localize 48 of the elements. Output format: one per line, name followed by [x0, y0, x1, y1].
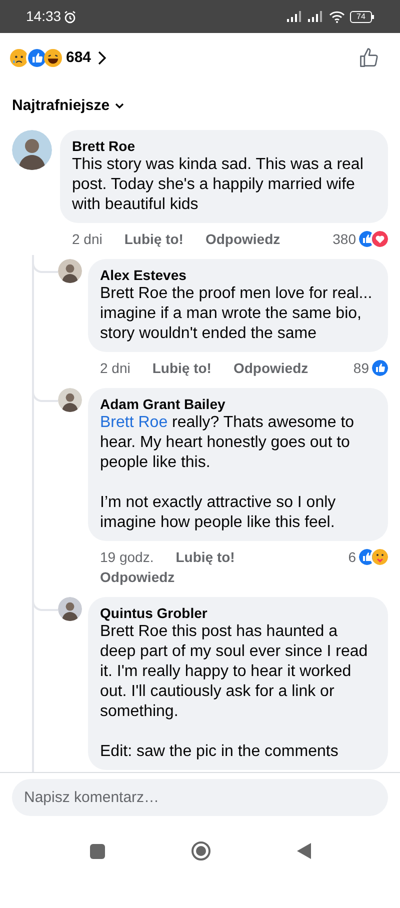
reaction-total[interactable]: 684	[66, 46, 92, 70]
comment-text: This story was kinda sad. This was a real post. Today she's a happily married wife with beautiful kids	[72, 154, 364, 214]
like-link[interactable]: Lubię to!	[176, 546, 235, 566]
avatar[interactable]	[58, 258, 82, 282]
signal-icon	[308, 11, 324, 22]
recent-apps-icon[interactable]	[90, 844, 104, 858]
comment-text: Brett Roe really? Thats awesome to hear. My heart honestly goes out to people like this. I’m not exactly attractive so I only imagine how people like this feel.	[100, 412, 356, 532]
clock-time: 14:33	[26, 7, 62, 26]
wifi-icon	[329, 10, 345, 22]
reply-link[interactable]: Odpowiedz	[233, 358, 308, 378]
hugging-face-icon	[372, 548, 388, 564]
sad-face-icon	[10, 49, 28, 67]
comment-input[interactable]: Napisz komentarz…	[12, 779, 388, 816]
home-icon[interactable]	[190, 841, 210, 861]
back-icon[interactable]	[296, 843, 310, 859]
like-reaction-icon	[359, 548, 375, 564]
comment-text: Brett Roe this post has haunted a deep part of my soul ever since I read it. I'm really happy to hear it worked out. I'll cautiously ask for a link or something. Edit: saw the pic in the comments	[100, 622, 369, 762]
comment-text: Brett Roe the proof men love for real... imagine if a man wrote the same bio, story wouldn't ended the same	[100, 284, 374, 344]
reaction-count: 380	[332, 230, 356, 248]
reply-link[interactable]: Odpowiedz	[100, 566, 175, 586]
mention-link[interactable]: Brett Roe	[100, 414, 168, 430]
author-name[interactable]: Brett Roe	[72, 136, 376, 154]
laughing-face-icon	[44, 49, 62, 67]
reply-link[interactable]: Odpowiedz	[205, 228, 280, 248]
signal-icon	[287, 11, 303, 22]
sort-dropdown[interactable]: Najtrafniejsze	[12, 95, 124, 118]
reaction-count: 89	[353, 358, 369, 378]
chevron-right-icon[interactable]	[97, 50, 108, 66]
like-reaction-icon	[372, 360, 388, 376]
battery-indicator: 74	[350, 10, 374, 22]
author-name[interactable]: Adam Grant Bailey	[100, 394, 376, 412]
like-reaction-icon	[359, 230, 375, 246]
avatar[interactable]	[12, 130, 52, 170]
avatar[interactable]	[58, 596, 82, 620]
reaction-count: 6	[348, 548, 356, 566]
alarm-icon	[63, 10, 78, 24]
like-reaction-icon	[28, 49, 46, 67]
author-name[interactable]: Quintus Grobler	[100, 604, 376, 622]
comment-time: 19 godz.	[100, 548, 154, 566]
thumbs-up-icon[interactable]	[358, 47, 380, 69]
comment-time: 2 dni	[100, 358, 130, 378]
comment-time: 2 dni	[72, 230, 102, 248]
like-link[interactable]: Lubię to!	[152, 358, 212, 378]
love-reaction-icon	[372, 230, 388, 246]
avatar[interactable]	[58, 388, 82, 412]
author-name[interactable]: Alex Esteves	[100, 266, 376, 284]
chevron-down-icon	[114, 103, 124, 110]
like-link[interactable]: Lubię to!	[124, 228, 184, 248]
